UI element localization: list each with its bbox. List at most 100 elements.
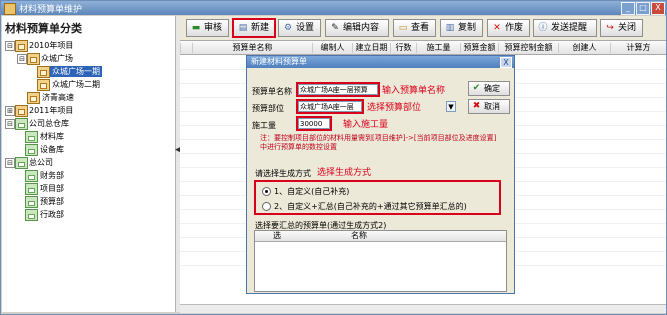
house-icon <box>15 105 28 117</box>
settings-button[interactable]: ⚙ 设置 <box>278 19 321 37</box>
name-label: 预算单名称 <box>252 87 292 96</box>
tree-label: 众城广场一期 <box>50 66 102 77</box>
column-header[interactable]: 预算单名称 <box>192 43 312 53</box>
send-reminder-label: 发送提醒 <box>551 23 588 33</box>
cancel-icon: ✕ <box>493 23 501 33</box>
grid-corner <box>180 43 192 53</box>
expand-toggle[interactable]: ⊟ <box>5 119 15 129</box>
store-icon <box>25 144 38 156</box>
house-icon <box>27 53 40 65</box>
column-header[interactable]: 创建人 <box>558 43 610 53</box>
quantity-hint: 输入施工量 <box>343 120 389 130</box>
copy-label: 复制 <box>458 23 477 33</box>
department-label: 预算部位 <box>252 104 284 113</box>
radio-checked[interactable] <box>262 187 271 196</box>
summary-list[interactable]: 选 名称 <box>254 230 507 292</box>
name-hint: 输入预算单名称 <box>382 86 446 96</box>
new-label: 新建 <box>251 23 270 33</box>
edit-content-button[interactable]: ✎ 编辑内容 <box>325 19 389 37</box>
minimize-button[interactable]: _ <box>621 2 635 15</box>
cancel-label: 取消 <box>484 102 500 111</box>
dialog-body: 预算单名称 众城广场A座一层预算 输入预算单名称 预算部位 众城广场A座一层 选… <box>247 68 514 293</box>
check-icon: ✔ <box>472 83 481 93</box>
control-note: 注：要控制项目部位的材料用量需到[项目维护]->[当前项目部位及进度设置]中进行… <box>260 134 497 151</box>
dialog-title-bar: 新建材料预算单 X <box>247 56 514 68</box>
expand-toggle[interactable]: ⊟ <box>5 158 15 168</box>
tree-label: 项目部 <box>40 184 64 193</box>
chevron-down-icon[interactable]: ▼ <box>446 101 456 112</box>
generation-caption: 请选择生成方式 <box>255 169 311 178</box>
house-icon <box>37 66 50 78</box>
send-reminder-button[interactable]: ⓘ 发送提醒 <box>533 19 597 37</box>
radio-unchecked[interactable] <box>262 202 271 211</box>
tree-label: 总公司 <box>29 158 53 167</box>
new-button[interactable]: ▤ 新建 <box>232 18 276 38</box>
info-icon: ⓘ <box>538 23 548 33</box>
app-icon <box>4 3 16 15</box>
store-icon <box>25 170 38 182</box>
column-header[interactable]: 行数 <box>390 43 416 53</box>
house-icon <box>27 92 40 104</box>
quantity-highlight <box>296 116 332 131</box>
store-icon <box>15 118 28 130</box>
toolbar: ▬ 审核 ▤ 新建 ⚙ 设置 ✎ 编辑内容 ▭ 查看 ▥ 复制 ✕ 作废 ⓘ 发 <box>180 16 666 41</box>
option-custom-label: 1、自定义(自己补充) <box>274 187 350 196</box>
tree-label: 济青高速 <box>42 93 74 102</box>
name-column[interactable]: 名称 <box>351 231 367 241</box>
option-custom[interactable]: 1、自定义(自己补充) <box>262 186 500 197</box>
horizontal-scrollbar[interactable] <box>180 304 666 313</box>
ok-button[interactable]: ✔ 确定 <box>468 81 510 96</box>
store-icon <box>25 209 38 221</box>
cancel-button[interactable]: ✖ 取消 <box>468 99 510 114</box>
select-column[interactable]: 选 <box>273 231 281 241</box>
tree-label: 2010年项目 <box>29 41 74 50</box>
copy-button[interactable]: ▥ 复制 <box>440 19 483 37</box>
tree-label: 材料库 <box>40 132 64 141</box>
store-icon <box>25 183 38 195</box>
approve-icon: ▬ <box>191 23 201 33</box>
view-label: 查看 <box>411 23 430 33</box>
edit-label: 编辑内容 <box>343 23 380 33</box>
name-highlight <box>296 82 380 97</box>
store-icon <box>25 196 38 208</box>
dialog-close-button[interactable]: X <box>500 57 512 68</box>
column-header[interactable]: 计算方 <box>610 43 666 53</box>
store-icon <box>25 131 38 143</box>
generation-options: 1、自定义(自己补充) 2、自定义+汇总(自己补充的+通过其它预算单汇总的) <box>254 180 501 215</box>
column-header[interactable]: 建立日期 <box>352 43 390 53</box>
sidebar: 材料预算单分类 ⊟ 2010年项目 ⊟ 众城广场 众城广场一期 众城广场二期 济… <box>2 16 176 312</box>
column-header[interactable]: 编制人 <box>312 43 352 53</box>
grid-header: 预算单名称 编制人 建立日期 行数 施工量 预算金额 预算控制金额 创建人 计算… <box>180 41 666 55</box>
tree-label: 众城广场 <box>41 54 73 63</box>
column-header[interactable]: 预算控制金额 <box>498 43 558 53</box>
tree-label: 公司总仓库 <box>29 119 69 128</box>
tree-label: 预算部 <box>40 197 64 206</box>
dialog-title: 新建材料预算单 <box>251 57 307 66</box>
maximize-button[interactable]: □ <box>636 2 650 15</box>
generation-hint: 选择生成方式 <box>317 168 372 178</box>
expand-toggle[interactable]: ⊞ <box>5 106 15 116</box>
approve-button[interactable]: ▬ 审核 <box>186 19 229 37</box>
department-hint: 选择预算部位 <box>367 103 422 113</box>
view-button[interactable]: ▭ 查看 <box>393 19 436 37</box>
settings-label: 设置 <box>296 23 315 33</box>
new-doc-icon: ▤ <box>238 23 248 33</box>
close-label: 关闭 <box>618 23 637 33</box>
settings-icon: ⚙ <box>283 23 293 33</box>
expand-toggle[interactable]: ⊟ <box>5 41 15 51</box>
summary-list-header: 选 名称 <box>255 231 506 242</box>
house-icon <box>37 79 50 91</box>
expand-toggle[interactable]: ⊟ <box>17 54 27 64</box>
close-button[interactable]: ↪ 关闭 <box>600 19 643 37</box>
new-budget-dialog: 新建材料预算单 X 预算单名称 众城广场A座一层预算 输入预算单名称 预算部位 … <box>246 55 515 294</box>
folder-icon: ▭ <box>398 23 408 33</box>
column-header[interactable]: 预算金额 <box>460 43 498 53</box>
tree-label: 2011年项目 <box>29 106 74 115</box>
option-custom-summary[interactable]: 2、自定义+汇总(自己补充的+通过其它预算单汇总的) <box>262 201 500 212</box>
void-button[interactable]: ✕ 作废 <box>487 19 530 37</box>
column-header[interactable]: 施工量 <box>416 43 460 53</box>
close-window-button[interactable]: X <box>651 2 665 15</box>
approve-label: 审核 <box>204 23 223 33</box>
house-icon <box>15 40 28 52</box>
tree-label: 财务部 <box>40 171 64 180</box>
